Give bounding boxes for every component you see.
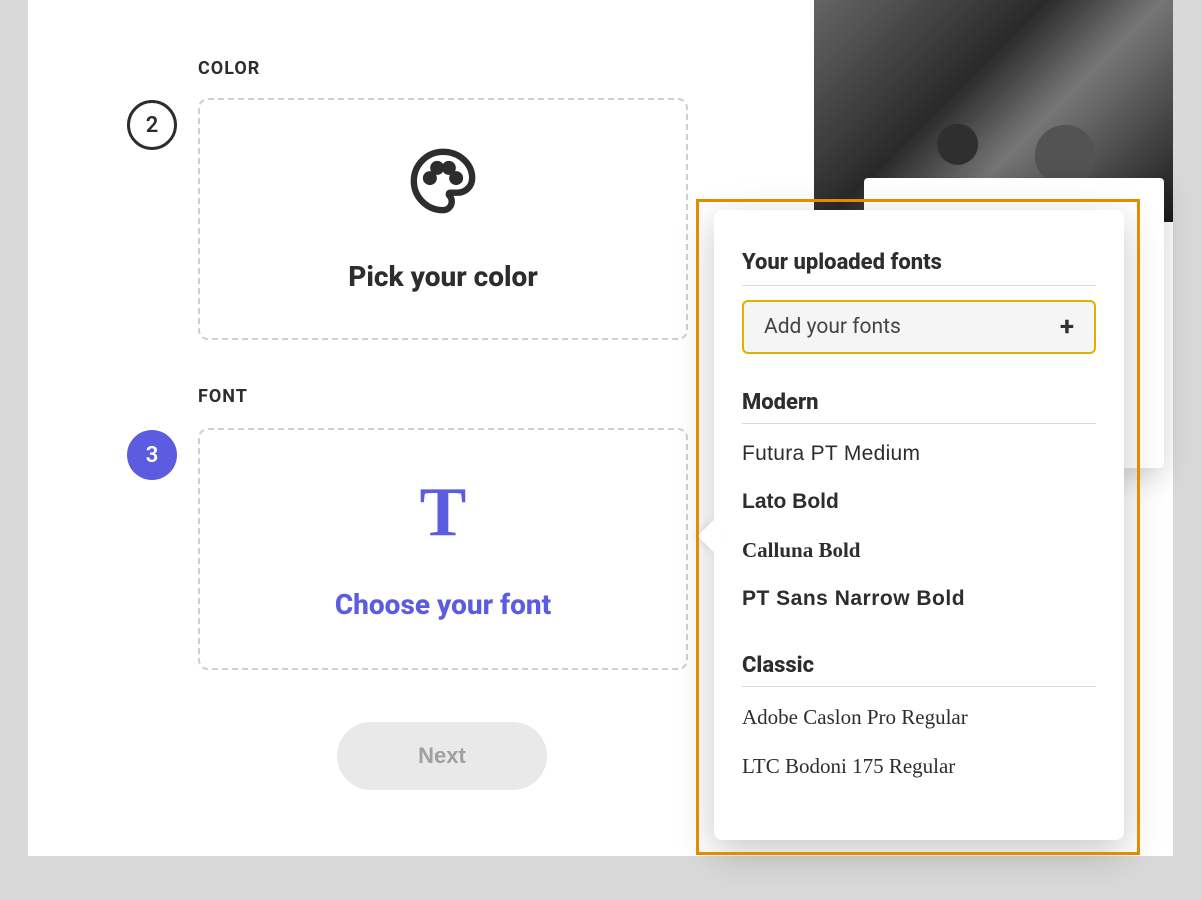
font-group-classic: Classic Adobe Caslon Pro Regular LTC Bod… (742, 653, 1096, 785)
font-item[interactable]: LTC Bodoni 175 Regular (742, 736, 1096, 785)
font-item[interactable]: Calluna Bold (742, 520, 1096, 569)
font-popover: Your uploaded fonts Add your fonts + Mod… (714, 210, 1124, 840)
font-card-title: Choose your font (335, 588, 551, 621)
font-picker-card[interactable]: T Choose your font (198, 428, 688, 670)
font-item[interactable]: Futura PT Medium (742, 424, 1096, 472)
step-number-3: 3 (146, 443, 159, 468)
step-badge-2: 2 (127, 100, 177, 150)
font-item[interactable]: PT Sans Narrow Bold (742, 569, 1096, 617)
add-fonts-label: Add your fonts (764, 315, 901, 339)
next-button-label: Next (418, 743, 466, 769)
plus-icon: + (1060, 312, 1074, 342)
section-label-font: FONT (198, 386, 248, 407)
palette-icon (408, 146, 478, 220)
font-group-modern-heading: Modern (742, 390, 1096, 424)
uploaded-fonts-heading: Your uploaded fonts (742, 250, 1096, 286)
step-number-2: 2 (146, 113, 159, 138)
color-card-title: Pick your color (348, 260, 538, 293)
next-button[interactable]: Next (337, 722, 547, 790)
font-group-modern: Modern Futura PT Medium Lato Bold Callun… (742, 390, 1096, 617)
font-group-classic-heading: Classic (742, 653, 1096, 687)
font-item[interactable]: Adobe Caslon Pro Regular (742, 687, 1096, 736)
step-badge-3: 3 (127, 430, 177, 480)
section-label-color: COLOR (198, 58, 260, 79)
color-picker-card[interactable]: Pick your color (198, 98, 688, 340)
editor-canvas: COLOR 2 Pick your color FONT 3 T Choose … (28, 0, 1173, 856)
add-fonts-button[interactable]: Add your fonts + (742, 300, 1096, 354)
font-item[interactable]: Lato Bold (742, 472, 1096, 520)
text-icon: T (420, 478, 467, 548)
